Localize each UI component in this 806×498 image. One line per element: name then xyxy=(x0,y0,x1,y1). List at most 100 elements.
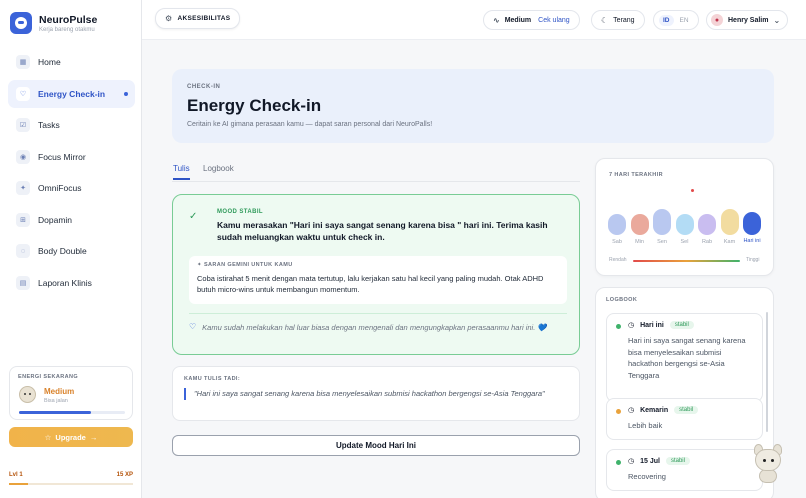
brand[interactable]: NeuroPulse Kerja bareng otakmu xyxy=(10,12,97,34)
sidebar-item-label: Tasks xyxy=(38,120,60,130)
user-entry-card: KAMU TULIS TADI: "Hari ini saya sangat s… xyxy=(172,366,580,421)
encouragement-text: Kamu sudah melakukan hal luar biasa deng… xyxy=(202,323,547,332)
clock-icon: ◷ xyxy=(628,322,635,329)
check-icon: ✓ xyxy=(189,211,198,222)
clock-icon: ◷ xyxy=(628,407,635,414)
mascot-body xyxy=(759,469,777,483)
scale-low-label: Rendah xyxy=(609,257,627,263)
accessibility-label: AKSESIBILITAS xyxy=(177,15,231,22)
chart-tick-label: Sab xyxy=(612,239,622,245)
chart-bar xyxy=(608,213,626,235)
tab-logbook[interactable]: Logbook xyxy=(203,164,234,178)
sidebar-item-focus-mirror[interactable]: ◉ Focus Mirror xyxy=(8,143,135,171)
sparkle-icon: ✦ xyxy=(197,262,204,268)
energy-bar xyxy=(19,411,125,414)
mascot-head xyxy=(755,449,781,471)
energy-bar-fill xyxy=(19,411,92,414)
grid-icon: ▦ xyxy=(16,55,30,69)
update-mood-button[interactable]: Update Mood Hari Ini xyxy=(172,435,580,456)
sidebar: NeuroPulse Kerja bareng otakmu ▦ Home ♡ … xyxy=(0,0,142,498)
gear-icon: ⚙ xyxy=(165,14,173,23)
status-dot xyxy=(616,324,621,329)
mood-result-card: ✓ MOOD STABIL Kamu merasakan "Hari ini s… xyxy=(172,194,580,355)
sidebar-item-dopamin[interactable]: ⊞ Dopamin xyxy=(8,206,135,234)
recheck-link[interactable]: Cek ulang xyxy=(538,17,570,24)
sidebar-item-label: OmniFocus xyxy=(38,183,82,193)
checkbox-icon: ☑ xyxy=(16,118,30,132)
chart-bar xyxy=(653,209,671,235)
star-icon: ☆ xyxy=(44,432,52,442)
chart-tick-label: Sel xyxy=(680,239,689,245)
chart-tick-label: Hari ini xyxy=(743,238,761,244)
logbook-card: LOGBOOK ◷ Hari ini stabil Hari ini saya … xyxy=(595,287,774,498)
eye-icon: ◉ xyxy=(16,149,30,164)
entry-day: Hari ini xyxy=(640,321,664,329)
advice-box: ✦ SARAN GEMINI UNTUK KAMU Coba istirahat… xyxy=(189,256,567,304)
entry-header: ◷ Hari ini stabil xyxy=(628,321,694,329)
upgrade-button[interactable]: ☆ Upgrade → xyxy=(9,427,133,447)
brand-logo-icon xyxy=(10,12,32,34)
logbook-entry[interactable]: ◷ Hari ini stabil Hari ini saya sangat s… xyxy=(606,313,763,402)
theme-label: Terang xyxy=(613,16,635,24)
logbook-entry[interactable]: ◷ Kemarin stabil Lebih baik xyxy=(606,398,763,440)
status-badge: stabil xyxy=(674,406,699,414)
logbook-scrollbar[interactable] xyxy=(766,312,768,432)
sidebar-item-label: Energy Check-in xyxy=(38,88,106,99)
mood-tag: MOOD STABIL xyxy=(217,209,263,215)
lang-option-en[interactable]: EN xyxy=(676,15,693,26)
chart-bar xyxy=(743,212,761,235)
xp-bar-fill xyxy=(9,483,28,485)
mood-summary: Kamu merasakan "Hari ini saya sangat sen… xyxy=(217,220,548,242)
page-subtitle: Ceritain ke AI gimana perasaan kamu — da… xyxy=(187,121,433,128)
chart-bar xyxy=(720,209,739,235)
xp-bar xyxy=(9,483,133,485)
accessibility-button[interactable]: ⚙ AKSESIBILITAS xyxy=(155,8,241,29)
chart-tick-label: Min xyxy=(635,239,644,245)
heart-icon: ♡ xyxy=(189,322,197,331)
status-badge: stabil xyxy=(669,321,694,329)
sidebar-item-label: Laporan Klinis xyxy=(38,277,92,288)
chevron-down-icon: ⌄ xyxy=(773,15,781,25)
entry-header: ◷ Kemarin stabil xyxy=(628,406,699,414)
sidebar-item-label: Focus Mirror xyxy=(38,151,86,162)
advice-label: ✦ SARAN GEMINI UNTUK KAMU xyxy=(197,262,293,268)
tab-tulis[interactable]: Tulis xyxy=(173,164,190,180)
status-dot xyxy=(616,409,621,414)
user-entry-label: KAMU TULIS TADI: xyxy=(184,376,241,382)
xp-row: Lvl 1 15 XP xyxy=(9,472,133,478)
sidebar-item-laporan-klinis[interactable]: ▤ Laporan Klinis xyxy=(8,269,135,297)
scale-gradient xyxy=(633,260,740,262)
sidebar-item-body-double[interactable]: ◌ Body Double xyxy=(8,237,135,265)
mood-label: Medium xyxy=(504,16,532,24)
user-menu[interactable]: ● Henry Salim ⌄ xyxy=(706,10,789,30)
sidebar-item-home[interactable]: ▦ Home xyxy=(8,48,135,76)
page-eyebrow: CHECK-IN xyxy=(187,84,221,90)
user-entry-quote: "Hari ini saya sangat senang karena bisa… xyxy=(184,388,564,400)
lang-option-id[interactable]: ID xyxy=(659,14,674,26)
logbook-label: LOGBOOK xyxy=(606,297,638,303)
energy-level: Medium xyxy=(44,387,75,396)
logbook-entry[interactable]: ◷ 15 Jul stabil Recovering xyxy=(606,449,763,491)
entry-text: Hari ini saya sangat senang karena bisa … xyxy=(628,336,746,380)
entry-header: ◷ 15 Jul stabil xyxy=(628,457,690,465)
energy-title: ENERGI SEKARANG xyxy=(18,374,79,380)
theme-toggle[interactable]: ☾ Terang xyxy=(591,10,645,30)
mood-status-pill[interactable]: ∿ Medium Cek ulang xyxy=(483,10,580,30)
chart-tick-label: Sen xyxy=(657,239,667,245)
chart-bar xyxy=(630,213,649,235)
page-header: CHECK-IN Energy Check-in Ceritain ke AI … xyxy=(172,69,774,143)
brand-tagline: Kerja bareng otakmu xyxy=(39,26,95,33)
sidebar-item-label: Body Double xyxy=(38,246,87,256)
chart-bar xyxy=(698,213,716,235)
sidebar-item-tasks[interactable]: ☑ Tasks xyxy=(8,111,135,139)
heart-icon: ♡ xyxy=(16,86,30,101)
status-dot xyxy=(616,460,621,465)
upgrade-label: Upgrade xyxy=(55,432,86,442)
entry-text: Recovering xyxy=(628,472,666,481)
language-switch: ID EN xyxy=(653,10,699,30)
mascot-assistant-button[interactable] xyxy=(752,444,784,484)
chart-tick-label: Kam xyxy=(723,239,736,245)
sidebar-item-energy-check-in[interactable]: ♡ Energy Check-in xyxy=(8,79,135,108)
user-name: Henry Salim xyxy=(728,16,769,24)
sidebar-item-omnifocus[interactable]: ✦ OmniFocus xyxy=(8,174,135,202)
